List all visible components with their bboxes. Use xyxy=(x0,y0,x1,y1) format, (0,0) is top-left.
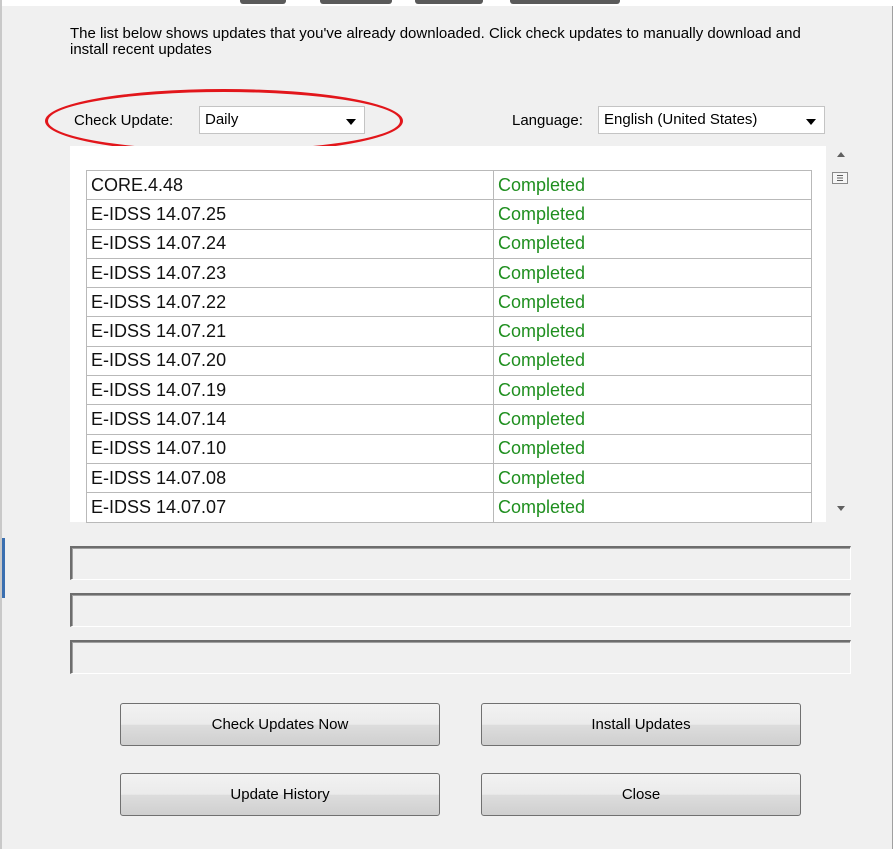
updates-scrollbar[interactable] xyxy=(828,146,854,522)
status-field-3 xyxy=(70,640,851,674)
update-status-cell: Completed xyxy=(493,404,812,435)
update-name-cell: E-IDSS 14.07.10 xyxy=(86,433,494,464)
close-button[interactable]: Close xyxy=(481,773,801,816)
update-name-cell: E-IDSS 14.07.24 xyxy=(86,228,494,259)
update-status-cell: Completed xyxy=(493,199,812,230)
table-row[interactable]: E-IDSS 14.07.08 Completed xyxy=(86,462,812,494)
update-status-cell: Completed xyxy=(493,228,812,259)
table-row[interactable]: E-IDSS 14.07.20 Completed xyxy=(86,345,812,377)
table-row[interactable]: E-IDSS 14.07.24 Completed xyxy=(86,228,812,259)
status-field-1 xyxy=(70,546,851,580)
language-label: Language: xyxy=(512,112,583,129)
language-dropdown[interactable]: English (United States) xyxy=(598,106,825,134)
title-bar-remnant xyxy=(2,0,895,6)
table-row[interactable]: E-IDSS 14.07.19 Completed xyxy=(86,375,812,406)
update-name-cell: E-IDSS 14.07.25 xyxy=(86,199,494,230)
update-status-cell: Completed xyxy=(493,169,812,201)
update-status-cell: Completed xyxy=(493,316,812,347)
update-name-cell: E-IDSS 14.07.14 xyxy=(86,404,494,435)
update-status-cell: Completed xyxy=(493,462,812,494)
update-name-cell: E-IDSS 14.07.20 xyxy=(86,345,494,377)
check-updates-now-button[interactable]: Check Updates Now xyxy=(120,703,440,746)
scroll-up-arrow-icon[interactable] xyxy=(837,152,845,157)
update-dialog: The list below shows updates that you've… xyxy=(0,0,895,849)
language-selected: English (United States) xyxy=(604,111,758,128)
status-field-2 xyxy=(70,593,851,627)
update-name-cell: E-IDSS 14.07.23 xyxy=(86,257,494,289)
table-row[interactable]: E-IDSS 14.07.25 Completed xyxy=(86,199,812,230)
scroll-down-arrow-icon[interactable] xyxy=(837,506,845,511)
table-row[interactable]: E-IDSS 14.07.21 Completed xyxy=(86,316,812,347)
update-name-cell: CORE.4.48 xyxy=(86,169,494,201)
update-status-cell: Completed xyxy=(493,433,812,464)
update-status-cell: Completed xyxy=(493,257,812,289)
table-row[interactable]: E-IDSS 14.07.07 Completed xyxy=(86,492,812,523)
check-update-selected: Daily xyxy=(205,111,239,128)
update-history-button[interactable]: Update History xyxy=(120,773,440,816)
update-status-cell: Completed xyxy=(493,492,812,523)
install-updates-button[interactable]: Install Updates xyxy=(481,703,801,746)
update-status-cell: Completed xyxy=(493,287,812,318)
update-name-cell: E-IDSS 14.07.21 xyxy=(86,316,494,347)
check-update-label: Check Update: xyxy=(74,112,174,129)
chevron-down-icon xyxy=(806,119,816,125)
check-update-dropdown[interactable]: Daily xyxy=(199,106,365,134)
description-text: The list below shows updates that you've… xyxy=(70,25,801,58)
table-row[interactable]: E-IDSS 14.07.23 Completed xyxy=(86,257,812,289)
chevron-down-icon xyxy=(346,119,356,125)
update-name-cell: E-IDSS 14.07.07 xyxy=(86,492,494,523)
background-window-edge xyxy=(2,538,5,598)
update-status-cell: Completed xyxy=(493,345,812,377)
update-name-cell: E-IDSS 14.07.19 xyxy=(86,375,494,406)
update-status-cell: Completed xyxy=(493,375,812,406)
updates-table: CORE.4.48 Completed E-IDSS 14.07.25 Complet… xyxy=(86,169,812,523)
scroll-thumb-icon[interactable] xyxy=(832,172,848,184)
table-row[interactable]: CORE.4.48 Completed xyxy=(86,169,812,201)
update-name-cell: E-IDSS 14.07.08 xyxy=(86,462,494,494)
table-row[interactable]: E-IDSS 14.07.10 Completed xyxy=(86,433,812,464)
table-row[interactable]: E-IDSS 14.07.14 Completed xyxy=(86,404,812,435)
table-row[interactable]: E-IDSS 14.07.22 Completed xyxy=(86,287,812,318)
update-name-cell: E-IDSS 14.07.22 xyxy=(86,287,494,318)
